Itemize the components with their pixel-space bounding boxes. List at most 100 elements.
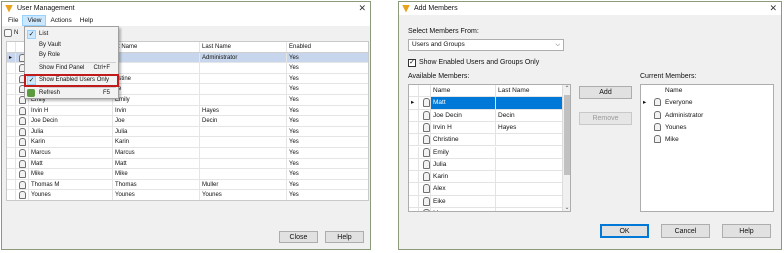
list-item[interactable]: ▸ Matt bbox=[409, 97, 563, 110]
user-icon-cell bbox=[16, 116, 29, 126]
close-window-icon[interactable]: ✕ bbox=[358, 3, 366, 13]
row-indicator bbox=[641, 122, 651, 134]
table-row[interactable]: Julia Julia Yes bbox=[7, 126, 368, 138]
table-row[interactable]: Younes Younes Younes Yes bbox=[7, 190, 368, 200]
help-button[interactable]: Help bbox=[325, 231, 364, 243]
row-indicator bbox=[641, 134, 651, 146]
row-indicator bbox=[7, 73, 16, 84]
user-icon bbox=[19, 106, 26, 115]
user-icon-cell bbox=[419, 195, 431, 207]
member-name-cell: Joe Decin bbox=[431, 109, 496, 121]
new-user-icon[interactable]: N bbox=[14, 29, 20, 37]
menu-file[interactable]: File bbox=[4, 15, 22, 26]
available-members-label: Available Members: bbox=[408, 73, 470, 80]
menu-item-list[interactable]: ✓ List bbox=[25, 29, 118, 40]
user-icon-cell bbox=[16, 137, 29, 147]
cancel-button[interactable]: Cancel bbox=[661, 224, 710, 238]
list-item[interactable]: Joe Decin Decin bbox=[409, 109, 563, 122]
menu-item-show-find-panel[interactable]: Show Find Panel Ctrl+F bbox=[25, 63, 118, 74]
member-last-name-cell: Decin bbox=[496, 109, 563, 121]
vertical-scrollbar[interactable]: ⌃ ⌄ bbox=[562, 85, 570, 211]
table-row[interactable]: Karin Karin Yes bbox=[7, 137, 368, 148]
user-name-cell: Julia bbox=[29, 126, 113, 137]
user-icon bbox=[423, 122, 430, 132]
scroll-up-icon[interactable]: ⌃ bbox=[563, 85, 570, 92]
user-icon bbox=[19, 127, 26, 136]
row-indicator bbox=[409, 109, 419, 121]
user-icon bbox=[423, 135, 430, 145]
user-management-window: User Management ✕ File View Actions Help… bbox=[1, 1, 371, 250]
row-indicator bbox=[409, 171, 419, 183]
list-item[interactable]: Karin bbox=[409, 171, 563, 184]
table-row[interactable]: Marcus Marcus Yes bbox=[7, 148, 368, 159]
first-name-cell: Joe bbox=[113, 116, 200, 126]
current-members-label: Current Members: bbox=[640, 73, 697, 80]
user-icon-cell bbox=[16, 169, 29, 179]
list-item[interactable]: Emily bbox=[409, 146, 563, 159]
enabled-cell: Yes bbox=[289, 171, 299, 178]
header-last-name[interactable]: Last Name bbox=[200, 42, 287, 52]
list-item[interactable]: Julia bbox=[409, 158, 563, 172]
table-row[interactable]: Matt Matt Yes bbox=[7, 158, 368, 170]
find-icon[interactable] bbox=[4, 29, 12, 37]
member-name-cell: Karin bbox=[431, 171, 496, 183]
enabled-cell: Yes bbox=[289, 86, 299, 93]
menu-item-refresh[interactable]: Refresh F5 bbox=[25, 88, 118, 99]
user-icon-cell bbox=[419, 97, 431, 109]
first-name-cell: Emily bbox=[113, 95, 200, 105]
add-button[interactable]: Add bbox=[579, 86, 632, 99]
header-name[interactable]: Name bbox=[663, 85, 773, 97]
header-last-name[interactable]: Last Name bbox=[496, 85, 563, 97]
refresh-icon bbox=[27, 88, 35, 97]
list-item[interactable]: Eike bbox=[409, 195, 563, 208]
grid-header: Name bbox=[641, 85, 773, 97]
help-button[interactable]: Help bbox=[722, 224, 771, 238]
scroll-thumb[interactable] bbox=[564, 95, 570, 175]
list-item[interactable]: Mike bbox=[641, 134, 773, 146]
ok-button[interactable]: OK bbox=[600, 224, 649, 238]
enabled-only-label: Show Enabled Users and Groups Only bbox=[419, 59, 540, 66]
scroll-down-icon[interactable]: ⌄ bbox=[563, 204, 570, 211]
table-row[interactable]: Joe Decin Joe Decin Yes bbox=[7, 116, 368, 127]
first-name-cell bbox=[113, 52, 200, 63]
members-source-select[interactable]: Users and Groups ⌵ bbox=[408, 39, 564, 51]
list-item[interactable]: M... bbox=[409, 208, 563, 211]
table-row[interactable]: Irvin H Irvin Hayes Yes bbox=[7, 105, 368, 117]
row-indicator bbox=[7, 105, 16, 116]
table-row[interactable]: Mike Mike Yes bbox=[7, 169, 368, 180]
menu-view[interactable]: View bbox=[22, 15, 47, 26]
list-item[interactable]: Alex bbox=[409, 183, 563, 196]
user-icon bbox=[654, 135, 661, 144]
list-item[interactable]: Younes bbox=[641, 122, 773, 134]
enabled-only-checkbox[interactable]: ✓ bbox=[408, 59, 416, 67]
list-item[interactable]: Administrator bbox=[641, 110, 773, 122]
user-icon-cell bbox=[16, 190, 29, 200]
member-icon-cell bbox=[651, 122, 663, 134]
remove-button[interactable]: Remove bbox=[579, 112, 632, 125]
menu-actions[interactable]: Actions bbox=[46, 15, 75, 26]
row-indicator bbox=[409, 158, 419, 171]
user-icon-cell bbox=[419, 134, 431, 146]
close-dialog-icon[interactable]: ✕ bbox=[769, 3, 777, 13]
user-icon-cell bbox=[419, 109, 431, 121]
user-icon bbox=[19, 117, 26, 126]
close-button[interactable]: Close bbox=[279, 231, 318, 243]
row-indicator bbox=[409, 146, 419, 158]
header-name[interactable]: Name bbox=[431, 85, 496, 97]
menu-help[interactable]: Help bbox=[76, 15, 97, 26]
table-row[interactable]: Thomas M Thomas Muller Yes bbox=[7, 179, 368, 191]
row-indicator bbox=[7, 116, 16, 126]
header-first-name[interactable]: st Name bbox=[113, 42, 200, 52]
header-enabled[interactable]: Enabled bbox=[287, 42, 368, 52]
menu-item-show-enabled-users-only[interactable]: ✓ Show Enabled Users Only bbox=[24, 74, 119, 87]
list-item[interactable]: ▸ Everyone bbox=[641, 97, 773, 109]
menu-item-by-vault[interactable]: By Vault bbox=[25, 40, 118, 51]
list-item[interactable]: Irvin H Hayes bbox=[409, 121, 563, 135]
group-icon bbox=[654, 98, 661, 107]
dialog-title: Add Members bbox=[414, 5, 458, 12]
user-icon bbox=[423, 172, 430, 182]
first-name-cell: Julia bbox=[113, 126, 200, 137]
row-indicator bbox=[7, 126, 16, 137]
list-item[interactable]: Christine bbox=[409, 134, 563, 147]
menu-item-by-role[interactable]: By Role bbox=[25, 50, 118, 61]
